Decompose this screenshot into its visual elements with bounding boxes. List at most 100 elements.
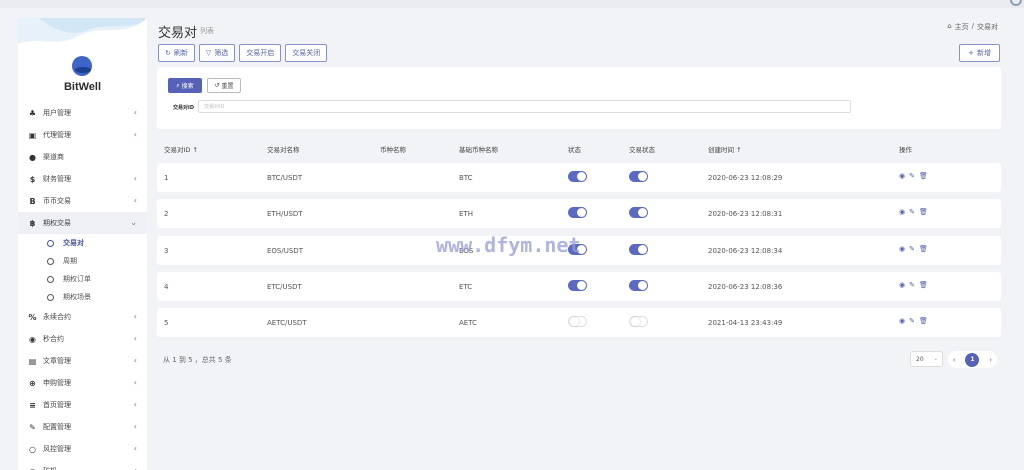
- page-subtitle: 列表: [200, 27, 214, 35]
- row-actions: ◉ ✎ 🗑: [899, 208, 928, 216]
- chevron-icon: ‹: [133, 356, 137, 365]
- refresh-icon: ↻: [165, 49, 171, 57]
- col-created-header[interactable]: 创建时间 ↑: [708, 144, 742, 154]
- breadcrumb-home[interactable]: 主页: [955, 22, 969, 32]
- sidebar-item[interactable]: ○ 风控管理 ‹: [18, 438, 147, 460]
- trade-status-toggle[interactable]: [629, 316, 648, 327]
- next-page-button[interactable]: ›: [989, 356, 992, 364]
- status-toggle[interactable]: [568, 280, 587, 291]
- trade-status-toggle[interactable]: [629, 280, 648, 291]
- col-status-header: 状态: [568, 146, 581, 154]
- user-avatar[interactable]: [1010, 0, 1022, 6]
- sidebar-item-label: 永续合约: [43, 313, 71, 321]
- cell-id: 3: [164, 247, 169, 255]
- eye-icon[interactable]: ◉: [899, 281, 905, 289]
- cell-id: 5: [164, 319, 169, 327]
- brand-logo: [72, 56, 92, 76]
- row-actions: ◉ ✎ 🗑: [899, 281, 928, 289]
- breadcrumb-current: 交易对: [977, 23, 998, 31]
- pair-id-input[interactable]: 交易对ID: [198, 100, 851, 113]
- chevron-icon: ‹: [134, 466, 137, 470]
- sidebar-item-label: 申购管理: [43, 379, 71, 387]
- sidebar-item[interactable]: B 币币交易 ‹: [18, 190, 147, 212]
- filter-label: 筛选: [214, 49, 229, 57]
- eye-icon[interactable]: ◉: [899, 172, 905, 180]
- trade-close-button[interactable]: 交易关闭: [285, 44, 328, 62]
- sidebar-item[interactable]: ♣ 用户管理 ‹: [18, 102, 147, 124]
- sidebar-subitem[interactable]: 期权场景: [18, 288, 147, 306]
- sidebar-item[interactable]: ◉ 秒合约 ‹: [18, 328, 147, 350]
- col-coin-header: 币种名称: [380, 146, 406, 154]
- current-page-button[interactable]: 1: [965, 352, 980, 367]
- sidebar-subitem[interactable]: 周期: [18, 252, 147, 270]
- page-title: 交易对: [158, 26, 198, 41]
- cell-base: BTC: [459, 174, 473, 182]
- row-actions: ◉ ✎ 🗑: [899, 317, 928, 325]
- sidebar-subitem[interactable]: 交易对: [18, 234, 147, 252]
- trade-status-toggle[interactable]: [629, 171, 648, 182]
- chevron-icon: ‹: [133, 312, 137, 321]
- eye-icon[interactable]: ◉: [899, 208, 905, 216]
- edit-icon[interactable]: ✎: [909, 245, 915, 253]
- eye-icon[interactable]: ◉: [899, 245, 905, 253]
- reset-icon: ↺: [214, 82, 220, 89]
- pagination: ‹ 1 ›: [948, 351, 997, 368]
- sidebar-item[interactable]: ฿ 期权交易 ⌄: [18, 212, 147, 234]
- search-panel: ⌕ 搜索 ↺ 重置 交易对ID 交易对ID: [157, 67, 1001, 129]
- trade-open-button[interactable]: 交易开启: [239, 44, 282, 62]
- menu-icon: ≡: [29, 400, 36, 410]
- circle-icon: [47, 275, 54, 283]
- trash-icon[interactable]: 🗑: [919, 245, 928, 253]
- trash-icon[interactable]: 🗑: [919, 172, 928, 180]
- edit-icon[interactable]: ✎: [909, 208, 915, 216]
- col-id-header[interactable]: 交易对ID ↑: [164, 144, 198, 154]
- edit-icon[interactable]: ✎: [909, 281, 915, 289]
- sidebar-menu: ♣ 用户管理 ‹ ▣ 代理管理 ‹ ● 渠道商 $ 财务管理 ‹ B 币币交易 ‹ ฿ 期权交易 ⌄ 交易对 周期期…: [18, 102, 147, 470]
- sidebar-item-label: 配置管理: [43, 423, 71, 431]
- status-toggle[interactable]: [568, 171, 587, 182]
- sidebar-item-label: 首页管理: [43, 401, 71, 409]
- trade-status-toggle[interactable]: [629, 207, 648, 218]
- menu-icon: ●: [29, 152, 36, 162]
- refresh-label: 刷新: [173, 49, 188, 57]
- reset-button[interactable]: ↺ 重置: [207, 78, 241, 93]
- page-size-value: 20: [916, 355, 924, 363]
- chevron-icon: ‹: [133, 444, 137, 453]
- cell-created: 2020-06-23 12:08:36: [708, 283, 783, 291]
- filter-button[interactable]: ▽ 筛选: [198, 44, 236, 62]
- trash-icon[interactable]: 🗑: [919, 317, 928, 325]
- add-button[interactable]: + 新增: [959, 44, 1000, 62]
- sidebar-item[interactable]: ⊕ 申购管理 ‹: [18, 372, 147, 394]
- sidebar-item[interactable]: ○ 矿机 ‹: [18, 460, 147, 470]
- sidebar-item-label: 矿机: [43, 466, 57, 470]
- refresh-button[interactable]: ↻ 刷新: [158, 44, 195, 62]
- sidebar-subitem-label: 交易对: [63, 239, 84, 247]
- sidebar-subitem[interactable]: 期权订单: [18, 270, 147, 288]
- brand-name: BitWell: [63, 81, 102, 93]
- sidebar-item-label: 币币交易: [43, 197, 71, 205]
- menu-icon: B: [29, 196, 36, 206]
- sidebar-item[interactable]: $ 财务管理 ‹: [18, 168, 147, 190]
- breadcrumb-separator: /: [971, 22, 974, 30]
- edit-icon[interactable]: ✎: [909, 317, 915, 325]
- eye-icon[interactable]: ◉: [899, 317, 905, 325]
- sidebar-item[interactable]: ▣ 代理管理 ‹: [18, 124, 147, 146]
- status-toggle[interactable]: [568, 207, 587, 218]
- row-actions: ◉ ✎ 🗑: [899, 245, 928, 253]
- cell-created: 2020-06-23 12:08:34: [708, 247, 783, 255]
- trade-status-toggle[interactable]: [629, 244, 648, 255]
- page-size-select[interactable]: 20 ⌄: [910, 351, 943, 367]
- search-button[interactable]: ⌕ 搜索: [168, 78, 202, 93]
- chevron-down-icon: ⌄: [933, 356, 938, 362]
- trash-icon[interactable]: 🗑: [919, 208, 928, 216]
- sidebar-item[interactable]: ≡ 首页管理 ‹: [18, 394, 147, 416]
- sidebar-item[interactable]: % 永续合约 ‹: [18, 306, 147, 328]
- trash-icon[interactable]: 🗑: [919, 281, 928, 289]
- sidebar-item[interactable]: ● 渠道商: [18, 146, 147, 168]
- sidebar-item[interactable]: ✎ 配置管理 ‹: [18, 416, 147, 438]
- prev-page-button[interactable]: ‹: [953, 356, 956, 364]
- edit-icon[interactable]: ✎: [909, 172, 915, 180]
- cell-created: 2020-06-23 12:08:31: [708, 210, 783, 218]
- sidebar-item[interactable]: ▤ 文章管理 ‹: [18, 350, 147, 372]
- status-toggle[interactable]: [568, 316, 587, 327]
